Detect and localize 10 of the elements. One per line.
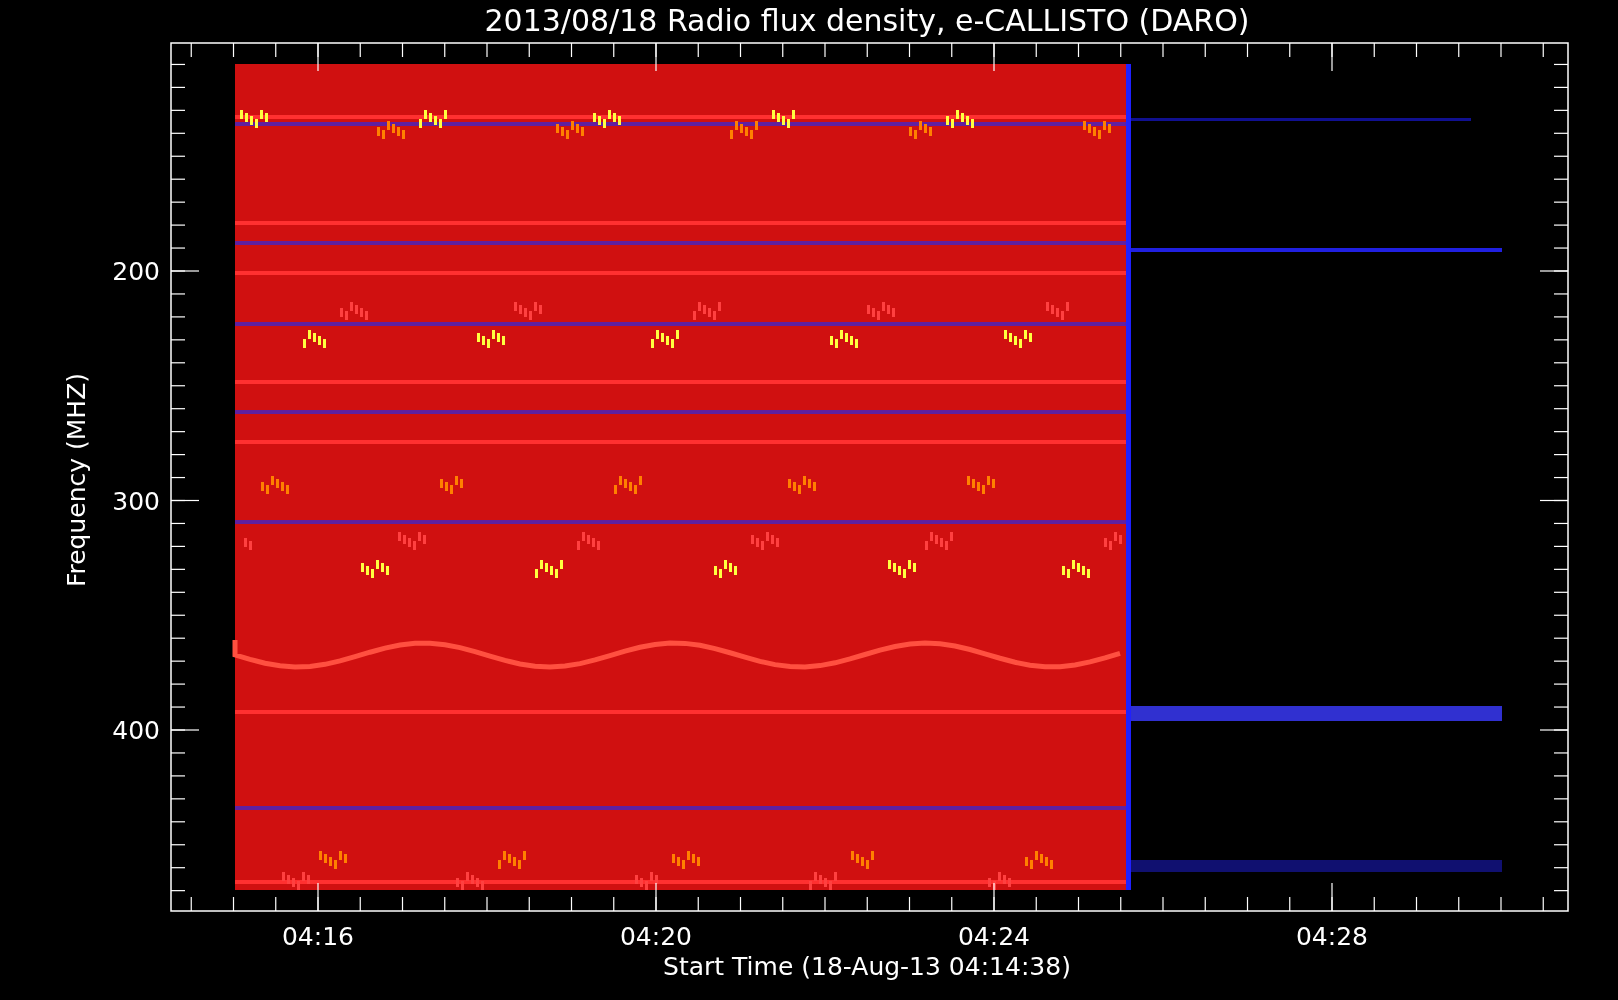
x-tick-label: 04:16 <box>282 922 354 951</box>
x-tick-label: 04:28 <box>1296 922 1368 951</box>
x-tick-label: 04:24 <box>958 922 1030 951</box>
x-tick-label: 04:20 <box>620 922 692 951</box>
x-axis-label: Start Time (18-Aug-13 04:14:38) <box>663 952 1071 981</box>
y-tick-label: 200 <box>112 257 160 286</box>
y-tick-label: 300 <box>112 486 160 516</box>
chart-title: 2013/08/18 Radio flux density, e-CALLISTO (DARO) <box>484 3 1250 38</box>
y-axis-label: Frequency (MHZ) <box>62 372 91 588</box>
y-tick-label: 400 <box>112 716 160 745</box>
